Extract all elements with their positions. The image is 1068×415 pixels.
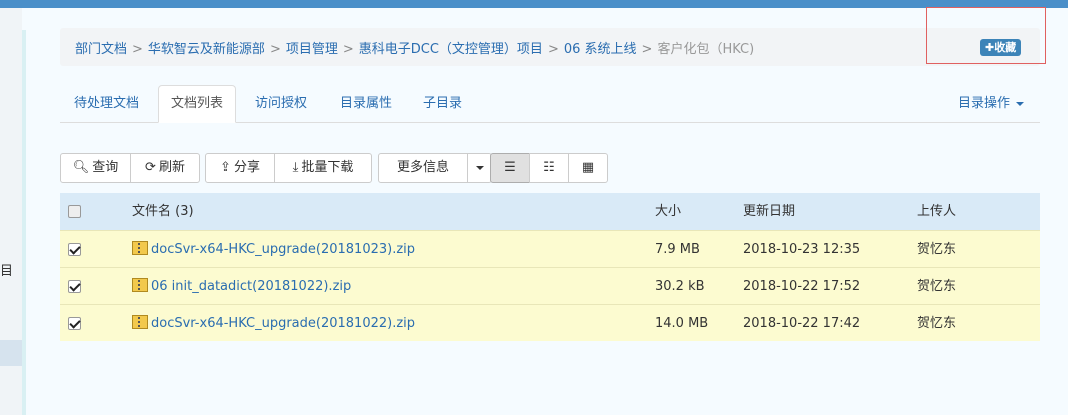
refresh-label: 刷新 [158,160,185,175]
breadcrumb-item-project[interactable]: 惠科电子DCC（文控管理）项目 [359,42,543,57]
refresh-button[interactable]: ⟳ 刷新 [130,153,200,183]
breadcrumb-current: 客户化包（HKC) [657,42,755,57]
caret-down-icon [1016,101,1024,106]
file-name-link[interactable]: 06 init_datadict(20181022).zip [151,279,351,294]
share-icon: ⇪ [220,160,231,175]
refresh-icon: ⟳ [145,160,156,175]
sidebar-active-item[interactable] [0,340,22,366]
share-label: 分享 [233,160,260,175]
more-info-button[interactable]: 更多信息 [378,153,468,183]
breadcrumb-item-go-live[interactable]: 06 系统上线 [564,42,637,57]
more-info-label: 更多信息 [396,160,449,175]
breadcrumb-item-project-mgmt[interactable]: 项目管理 [286,42,338,57]
column-header-date[interactable]: 更新日期 [743,193,795,230]
file-uploader: 贺忆东 [917,316,957,331]
download-icon: ⤓ [292,160,299,175]
file-name-link[interactable]: docSvr-x64-HKC_upgrade(20181022).zip [151,316,415,331]
plus-icon: ✚ [985,41,995,54]
list-view-button[interactable]: ☰ [490,153,530,183]
column-header-uploader[interactable]: 上传人 [917,193,956,230]
dir-ops-label: 目录操作 [957,96,1010,111]
zip-file-icon [132,315,148,329]
detail-list-icon: ☷ [543,160,555,175]
table-row[interactable]: docSvr-x64-HKC_upgrade(20181023).zip 7.9… [60,230,1040,267]
zip-file-icon [132,241,148,255]
left-sidebar: 目 [0,8,22,415]
sidebar-item-label[interactable]: 目 [0,260,13,279]
breadcrumb-separator: > [269,42,281,57]
file-date: 2018-10-22 17:42 [743,316,861,331]
tab-dir-properties[interactable]: 目录属性 [340,85,392,123]
file-uploader: 贺忆东 [917,279,957,294]
breadcrumb-separator: > [132,42,143,57]
select-all-checkbox[interactable] [68,205,81,218]
tab-subdirectory[interactable]: 子目录 [423,85,462,123]
file-size: 30.2 kB [655,279,705,294]
file-date: 2018-10-22 17:52 [743,279,861,294]
share-button[interactable]: ⇪ 分享 [205,153,275,183]
search-icon: 🔍︎ [72,160,90,175]
table-row[interactable]: 06 init_datadict(20181022).zip 30.2 kB 2… [60,267,1040,304]
grid-view-button[interactable]: ▦ [568,153,608,183]
breadcrumb: 部门文档 > 华软智云及新能源部 > 项目管理 > 惠科电子DCC（文控管理）项目 >06 系… [60,28,1040,66]
file-size: 7.9 MB [655,242,700,257]
row-checkbox[interactable] [68,280,81,293]
dir-ops-dropdown[interactable]: 目录操作 [958,85,1024,123]
file-size: 14.0 MB [655,316,709,331]
column-header-size[interactable]: 大小 [655,193,681,230]
zip-file-icon [132,278,148,292]
favorite-button[interactable]: ✚收藏 [980,39,1022,56]
query-label: 查询 [92,160,119,175]
more-info-dropdown-toggle[interactable] [467,153,492,183]
caret-down-icon [475,165,484,170]
breadcrumb-separator: > [547,42,559,57]
breadcrumb-item-department[interactable]: 华软智云及新能源部 [148,42,265,57]
top-bar [0,0,1068,8]
tab-bar: 待处理文档 文档列表 访问授权 目录属性 子目录 目录操作 [60,85,1040,123]
grid-icon: ▦ [581,160,595,175]
file-date: 2018-10-23 12:35 [743,242,861,257]
file-name-link[interactable]: docSvr-x64-HKC_upgrade(20181023).zip [151,242,415,257]
breadcrumb-separator: > [342,42,354,57]
tab-pending-docs[interactable]: 待处理文档 [74,85,139,123]
detail-list-view-button[interactable]: ☷ [529,153,569,183]
file-table: 文件名 (3) 大小 更新日期 上传人 docSvr-x64-HKC_upgra… [60,193,1040,341]
tab-doc-list[interactable]: 文档列表 [158,85,237,123]
favorite-label: 收藏 [994,41,1017,54]
content-left-border [22,30,26,415]
query-button[interactable]: 🔍︎ 查询 [60,153,131,183]
file-uploader: 贺忆东 [917,242,957,257]
batch-download-label: 批量下载 [301,160,354,175]
list-view-icon: ☰ [504,160,516,175]
breadcrumb-item-dept-docs[interactable]: 部门文档 [75,42,127,57]
row-checkbox[interactable] [68,317,81,330]
column-header-name[interactable]: 文件名 (3) [132,193,194,230]
row-checkbox[interactable] [68,243,81,256]
table-row[interactable]: docSvr-x64-HKC_upgrade(20181022).zip 14.… [60,304,1040,341]
table-header: 文件名 (3) 大小 更新日期 上传人 [60,193,1040,230]
tab-access-auth[interactable]: 访问授权 [255,85,307,123]
breadcrumb-separator: > [641,42,653,57]
batch-download-button[interactable]: ⤓ 批量下载 [274,153,372,183]
